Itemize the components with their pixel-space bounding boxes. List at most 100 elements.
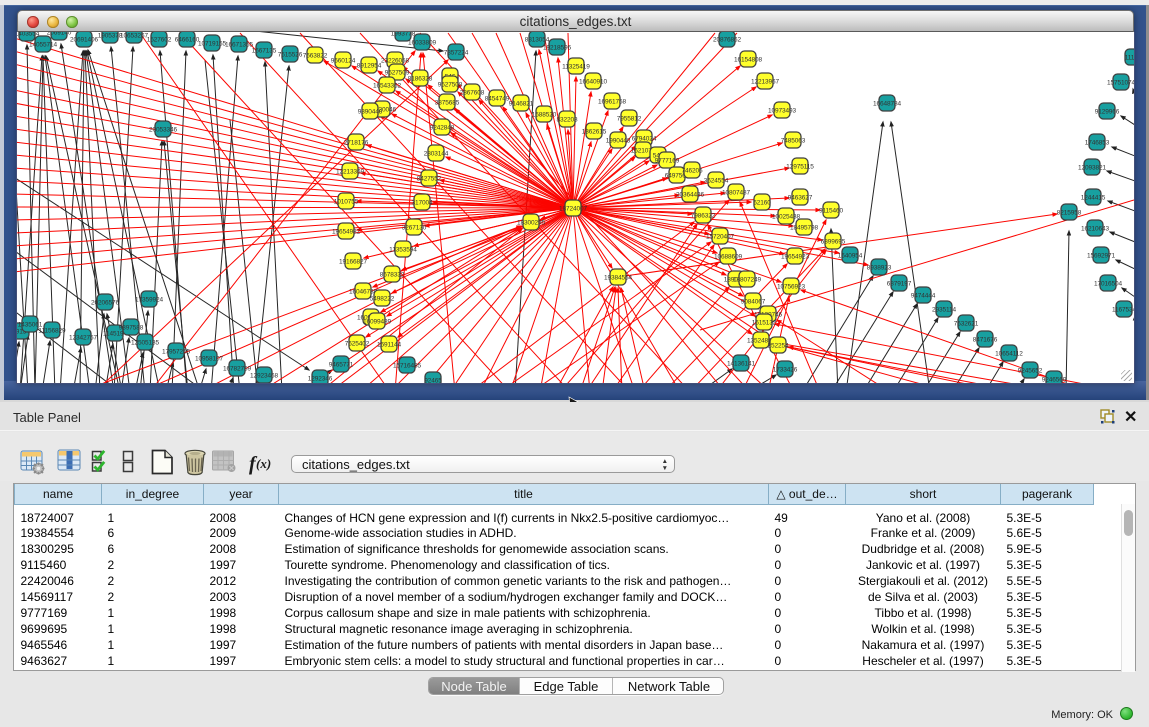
svg-text:8471676: 8471676: [973, 336, 998, 343]
svg-text:1527602: 1527602: [147, 36, 172, 43]
svg-text:6794024: 6794024: [632, 135, 657, 142]
svg-text:7955812: 7955812: [617, 115, 642, 122]
svg-text:10654112: 10654112: [995, 350, 1023, 357]
svg-text:8938923: 8938923: [867, 264, 892, 271]
svg-text:20364436: 20364436: [676, 191, 705, 198]
svg-text:1244415: 1244415: [1081, 194, 1106, 201]
svg-text:317004: 317004: [411, 199, 433, 206]
svg-text:11325419: 11325419: [562, 63, 590, 70]
svg-text:15716485: 15716485: [393, 362, 422, 369]
svg-text:2935114: 2935114: [932, 306, 957, 313]
svg-text:8427552: 8427552: [417, 175, 442, 182]
svg-text:16046788: 16046788: [349, 288, 378, 295]
svg-text:7485063: 7485063: [781, 137, 806, 144]
svg-text:16640910: 16640910: [579, 78, 608, 85]
svg-text:9245652: 9245652: [1018, 367, 1043, 374]
svg-text:16154808: 16154808: [734, 56, 763, 63]
svg-text:9527509: 9527509: [385, 69, 410, 76]
svg-text:10973493: 10973493: [768, 107, 797, 114]
svg-text:9465771: 9465771: [329, 361, 354, 368]
svg-text:10807487: 10807487: [722, 189, 751, 196]
svg-text:7625402: 7625402: [345, 340, 370, 347]
svg-text:20206576: 20206576: [91, 299, 120, 306]
svg-text:9246569: 9246569: [1042, 376, 1067, 383]
svg-text:12923468: 12923468: [250, 372, 279, 379]
svg-text:1292346: 1292346: [308, 375, 333, 382]
svg-text:252254: 252254: [767, 342, 789, 349]
svg-text:12975115: 12975115: [786, 163, 814, 170]
svg-text:6879197: 6879197: [887, 280, 912, 287]
svg-text:14055714: 14055714: [29, 41, 58, 48]
svg-text:18300295: 18300295: [517, 219, 546, 226]
svg-text:9084067: 9084067: [741, 298, 766, 305]
svg-text:1640954: 1640954: [838, 252, 863, 259]
svg-text:16961758: 16961758: [598, 98, 627, 105]
svg-text:19384554: 19384554: [604, 274, 633, 281]
svg-text:18807249: 18807249: [733, 276, 762, 283]
svg-text:7357224: 7357224: [444, 49, 469, 56]
svg-text:7515526: 7515526: [278, 51, 303, 58]
svg-text:2803144: 2803144: [424, 150, 449, 157]
svg-text:16782759: 16782759: [223, 365, 252, 372]
svg-text:1733426: 1733426: [773, 366, 798, 373]
svg-text:9242848: 9242848: [430, 124, 455, 131]
svg-text:9527508: 9527508: [438, 81, 463, 88]
svg-text:3875685: 3875685: [435, 99, 460, 106]
svg-text:17359924: 17359924: [135, 296, 164, 303]
svg-text:20053346: 20053346: [149, 126, 178, 133]
svg-text:10756923: 10756923: [777, 283, 806, 290]
svg-text:62160: 62160: [753, 199, 771, 206]
svg-text:7986322: 7986322: [691, 212, 716, 219]
svg-text:10688609: 10688609: [714, 253, 743, 260]
svg-text:12505135: 12505135: [131, 339, 160, 346]
svg-text:19218596: 19218596: [543, 44, 572, 51]
svg-text:11156829: 11156829: [38, 327, 66, 334]
svg-text:8186328: 8186328: [408, 75, 433, 82]
svg-text:1362615: 1362615: [582, 128, 607, 135]
svg-text:16099489: 16099489: [363, 318, 392, 325]
svg-text:10025438: 10025438: [772, 213, 801, 220]
svg-text:10719155: 10719155: [198, 40, 227, 47]
svg-text:8215958: 8215958: [1057, 209, 1082, 216]
svg-text:15720407: 15720407: [706, 233, 735, 240]
svg-text:16543362: 16543362: [373, 82, 402, 89]
svg-text:1990448: 1990448: [606, 137, 631, 144]
svg-text:9129966: 9129966: [1095, 108, 1120, 115]
svg-text:16671355: 16671355: [225, 41, 254, 48]
svg-text:8678332: 8678332: [380, 271, 405, 278]
svg-text:19654982: 19654982: [332, 228, 361, 235]
svg-text:1746853: 1746853: [1085, 139, 1110, 146]
svg-text:17957255: 17957255: [162, 348, 191, 355]
svg-text:7632621: 7632621: [954, 320, 979, 327]
svg-text:12342757: 12342757: [69, 334, 98, 341]
svg-text:6466160: 6466160: [175, 36, 200, 43]
svg-text:746206: 746206: [681, 167, 703, 174]
svg-text:15692971: 15692971: [1087, 252, 1116, 259]
svg-text:2069140: 2069140: [47, 32, 72, 36]
svg-text:2867608: 2867608: [460, 89, 485, 96]
svg-text:10653267: 10653267: [120, 32, 149, 39]
svg-text:92465: 92465: [424, 377, 442, 383]
svg-text:8912954: 8912954: [357, 62, 382, 69]
svg-text:7663822: 7663822: [303, 52, 328, 59]
svg-text:9463627: 9463627: [788, 194, 813, 201]
svg-text:16210643: 16210643: [1081, 225, 1110, 232]
svg-text:9777169: 9777169: [655, 157, 680, 164]
svg-text:1691144: 1691144: [377, 341, 402, 348]
svg-text:1167534: 1167534: [1112, 306, 1134, 313]
svg-text:12213967: 12213967: [751, 78, 780, 85]
svg-text:1615132: 1615132: [752, 319, 777, 326]
svg-text:1667135: 1667135: [252, 47, 277, 54]
svg-text:11125: 11125: [1125, 54, 1134, 61]
svg-text:16033809: 16033809: [408, 39, 437, 46]
svg-text:832203: 832203: [556, 116, 578, 123]
svg-text:17016504: 17016504: [1094, 280, 1123, 287]
svg-text:2718176: 2718176: [344, 139, 369, 146]
svg-text:9397588: 9397588: [119, 324, 144, 331]
svg-text:9474444: 9474444: [911, 292, 936, 299]
svg-text:10958107: 10958107: [195, 355, 224, 362]
svg-text:9115460: 9115460: [819, 207, 844, 214]
svg-text:15751074: 15751074: [1107, 79, 1134, 86]
svg-text:3267130: 3267130: [402, 224, 427, 231]
svg-text:6899695: 6899695: [821, 238, 846, 245]
